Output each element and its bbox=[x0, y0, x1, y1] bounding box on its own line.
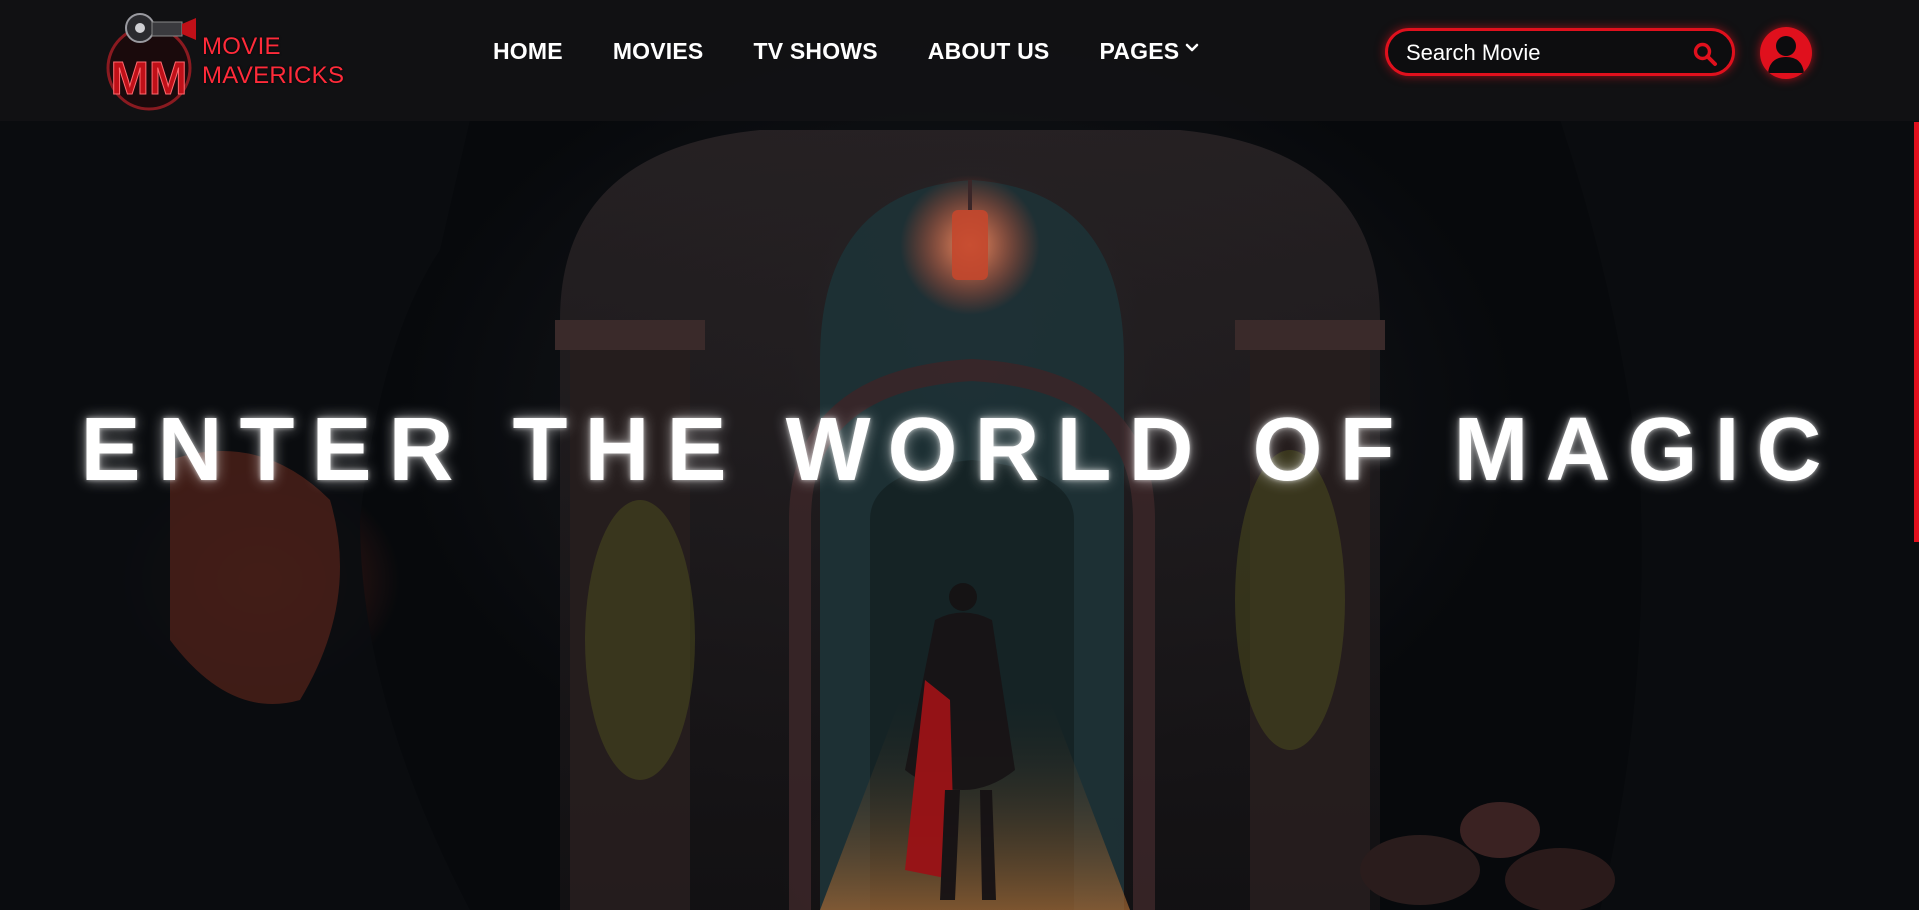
brand-name-line1: MOVIE bbox=[202, 33, 281, 60]
page-scrollbar[interactable] bbox=[1914, 122, 1919, 542]
main-nav: HOME MOVIES TV SHOWS ABOUT US PAGES bbox=[493, 38, 1199, 65]
nav-item-home[interactable]: HOME bbox=[493, 38, 563, 65]
nav-item-pages-dropdown[interactable]: PAGES bbox=[1099, 38, 1199, 65]
film-camera-logo-icon: MM bbox=[106, 13, 196, 111]
brand-name: MOVIE MAVERICKS bbox=[202, 32, 344, 90]
nav-item-tv-shows[interactable]: TV SHOWS bbox=[753, 38, 877, 65]
brand-name-line2: MAVERICKS bbox=[202, 62, 345, 89]
brand-logo[interactable]: MM MOVIE MAVERICKS bbox=[100, 6, 352, 112]
top-navbar: MM MOVIE MAVERICKS HOME MOVIES TV SHOWS … bbox=[0, 0, 1919, 121]
search-icon[interactable] bbox=[1692, 41, 1718, 67]
search-input[interactable] bbox=[1406, 40, 1676, 66]
nav-item-pages-label: PAGES bbox=[1099, 38, 1180, 64]
chevron-down-icon bbox=[1186, 43, 1199, 51]
logo-monogram: MM bbox=[111, 52, 188, 104]
user-avatar-icon bbox=[1768, 36, 1804, 73]
nav-item-about-us[interactable]: ABOUT US bbox=[928, 38, 1050, 65]
search-box bbox=[1385, 28, 1735, 76]
user-avatar-button[interactable] bbox=[1760, 27, 1812, 79]
nav-item-movies[interactable]: MOVIES bbox=[613, 38, 704, 65]
hero-headline: ENTER THE WORLD OF MAGIC bbox=[80, 400, 1839, 500]
